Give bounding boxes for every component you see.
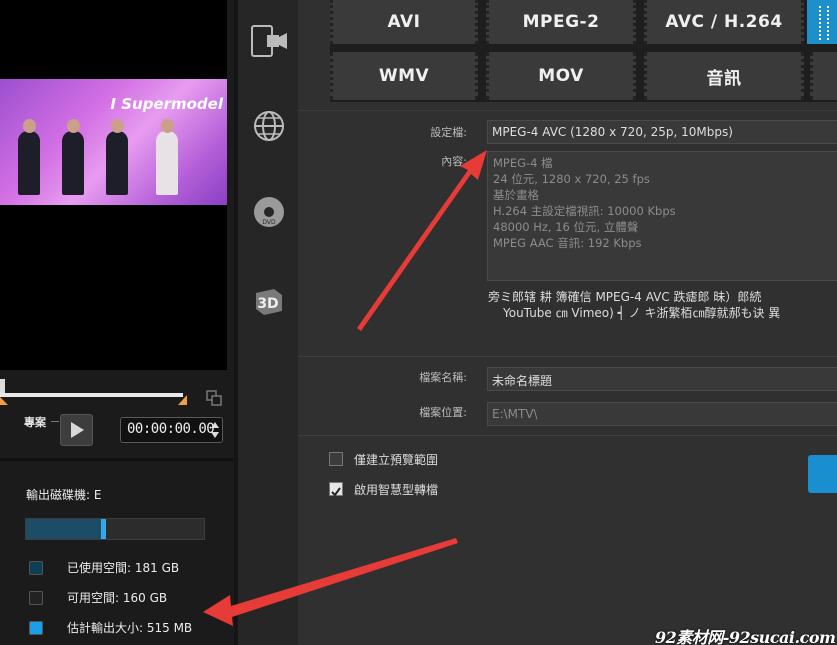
play-icon [70,422,84,438]
video-frame: I Supermodel [0,79,227,205]
disk-usage-bar [25,518,205,540]
person-figure [156,119,178,195]
legend-estimated: 估計輸出大小: 515 MB [29,619,192,636]
mark-out-handle[interactable] [178,395,187,405]
scrubber-handle[interactable] [0,379,5,393]
preview-window: I Supermodel [0,0,227,370]
format-mpeg2[interactable]: MPEG-2 [486,0,636,44]
mark-in-handle[interactable] [0,397,8,405]
svg-text:3D: 3D [257,296,278,312]
estimated-size-marker [101,519,107,539]
project-mode-label[interactable]: 專案 [24,414,46,430]
estimated-swatch [29,620,43,635]
copy-icon[interactable] [205,389,223,407]
description-line: H.264 主設定檔視訊: 10000 Kbps [493,204,676,218]
web-icon[interactable] [249,106,289,146]
profile-label: 設定檔: [430,126,467,139]
format-more[interactable] [810,52,837,100]
legend-free: 可用空間: 160 GB [29,589,167,606]
format-avc-h264[interactable]: AVC / H.264 [644,0,804,44]
app-window: { "preview": { "video_title": "I Supermo… [0,0,837,645]
spinner-icon[interactable] [211,421,219,439]
start-button[interactable] [808,455,837,493]
file-location-label: 檔案位置: [419,406,467,419]
person-figure [106,119,128,195]
device-icon[interactable] [249,21,289,61]
smart-render-label[interactable]: 啟用智慧型轉檔 [354,481,438,498]
output-drive-label: 輸出磁碟機: E [26,488,102,502]
video-overlay-title: I Supermodel [110,95,223,113]
profile-note-line: 旁ミ郎辖 耕 簿確信 MPEG-4 AVC 跌瘧郎 昧）郎続 [488,290,762,304]
description-line: 24 位元, 1280 x 720, 25 fps [493,172,650,186]
person-figure [62,119,84,195]
format-panel: AVI MPEG-2 AVC / H.264 WMV MOV 音訊 設定檔: M… [298,0,837,645]
format-avi[interactable]: AVI [330,0,478,44]
checkmark-icon [331,487,341,497]
filename-input[interactable]: 未命名標題 [487,367,837,391]
smart-render-checkbox[interactable] [329,482,343,497]
person-figure [18,119,40,195]
play-button[interactable] [60,414,93,446]
preview-range-label[interactable]: 僅建立預覽範圍 [354,451,438,468]
disc-icon[interactable]: DVD [249,192,289,232]
scrubber[interactable] [0,379,188,413]
description-line: MPEG AAC 音訊: 192 Kbps [493,236,642,250]
description-line: MPEG-4 檔 [493,156,553,170]
watermark: 92素材网-92sucai.com [655,628,836,645]
profile-note-line: YouTube ㎝ Vimeo) ┥ ノ キ浙繁栢㎝醇就郝も诀 異 [503,306,781,320]
output-type-sidebar: DVD 3D [238,0,298,645]
legend-used: 已使用空間: 181 GB [29,559,179,576]
disk-usage-fill [26,519,107,539]
format-wmv[interactable]: WMV [330,52,478,100]
content-label: 內容: [441,155,467,168]
timecode-input[interactable]: 00:00:00.00 [120,417,223,443]
filename-label: 檔案名稱: [419,371,467,384]
preview-range-checkbox[interactable] [329,452,343,466]
description-line: 基於畫格 [493,188,539,202]
free-swatch [29,590,43,605]
file-location-input[interactable]: E:\MTV\ [487,402,837,426]
timecode-value: 00:00:00.00 [127,421,215,437]
svg-text:DVD: DVD [262,219,276,226]
3d-icon[interactable]: 3D [249,280,289,320]
profile-description: MPEG-4 檔 24 位元, 1280 x 720, 25 fps 基於畫格 … [487,151,837,281]
left-panel: I Supermodel 專案 00:00:00.00 輸出磁碟機: E 已使用… [0,0,234,645]
format-mov[interactable]: MOV [486,52,636,100]
format-audio[interactable]: 音訊 [644,52,804,100]
used-swatch [29,560,43,575]
description-line: 48000 Hz, 16 位元, 立體聲 [493,220,639,234]
profile-select[interactable]: MPEG-4 AVC (1280 x 720, 25p, 10Mbps) [487,120,837,144]
